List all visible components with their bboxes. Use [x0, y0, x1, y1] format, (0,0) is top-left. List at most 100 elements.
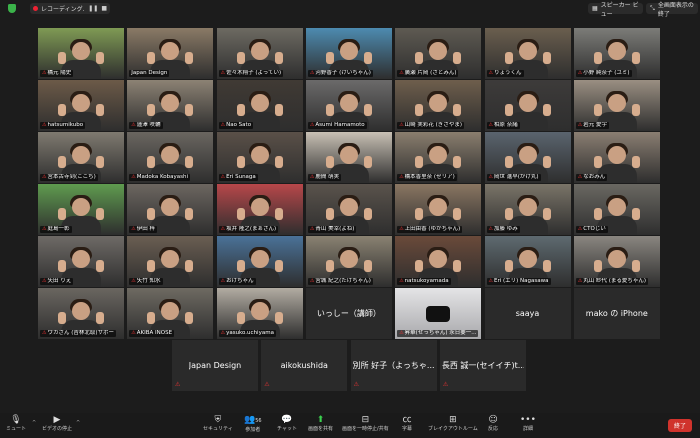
peace-sign-hands: [236, 104, 283, 116]
peace-sign-hands: [325, 208, 372, 220]
peace-sign-hands: [236, 312, 283, 324]
participant-tile[interactable]: ⚠ 蓮澤 咲輔: [127, 80, 214, 131]
participant-name-label: ⚠ 庭島一彰: [40, 226, 72, 233]
participant-tile[interactable]: 長西 誠一(セイイチ)t... ⚠: [439, 340, 526, 391]
participant-name: 昇華(せっちゃん) 永日要一...: [404, 330, 477, 336]
participant-tile[interactable]: ⚠ 岩元 愛宇: [573, 80, 660, 131]
participant-tile[interactable]: ⚠ 相原 奈緒: [484, 80, 571, 131]
captions-button[interactable]: ㏄ 字幕: [402, 415, 412, 437]
participant-tile[interactable]: ⚠ 矢竹 知水: [127, 236, 214, 287]
mute-button[interactable]: 🎙 ミュート: [6, 415, 26, 437]
participant-tile[interactable]: ⚠ Eri (エリ) Nagasawa: [484, 236, 571, 287]
participant-tile[interactable]: ⚠ ウカさん (吉林北取)サポー: [38, 288, 124, 339]
participant-tile[interactable]: ⚠ AKIBA INOSE: [127, 288, 214, 339]
peace-sign-hands: [58, 208, 104, 220]
participant-name-label: ⚠ 矢田 りえ: [40, 278, 74, 285]
stop-video-button[interactable]: ▶ ビデオの停止: [42, 415, 72, 437]
muted-mic-icon: ⚠: [442, 381, 449, 388]
participant-tile[interactable]: ⚠ 河野香子 (けいちゃん): [305, 28, 392, 79]
pause-recording-icon[interactable]: ❚❚: [88, 5, 98, 12]
stop-recording-icon[interactable]: ■: [101, 5, 107, 12]
participant-tile[interactable]: ⚠ 坂井 隆之(まぁさん): [216, 184, 303, 235]
muted-mic-icon: ⚠: [577, 174, 583, 180]
participant-tile[interactable]: mako の iPhone: [573, 288, 660, 339]
participant-tile[interactable]: Japan Design ⚠: [172, 340, 258, 391]
participant-tile[interactable]: ⚠ 橋元 陽史: [38, 28, 124, 79]
muted-mic-icon: ⚠: [577, 70, 583, 76]
participant-tile[interactable]: ⚠ 廣瀬 片岡 (さとみん): [395, 28, 482, 79]
pause-share-button[interactable]: ⊟ 画面を一時停止/共有: [342, 415, 389, 437]
participant-tile[interactable]: ⚠ Eri Sunaga: [216, 132, 303, 183]
participants-label: 参加者: [245, 427, 261, 433]
participant-tile[interactable]: ⚠ 加藤 ゆみ: [484, 184, 571, 235]
participant-name-label: ⚠ 蓮澤 咲輔: [129, 122, 163, 129]
participant-tile[interactable]: ⚠ 昇華(せっちゃん) 永日要一...: [395, 288, 482, 339]
speaker-view-button[interactable]: ▦ スピーカー ビュー: [588, 2, 643, 18]
participant-tile[interactable]: ⚠ 小野 純奈子 (ユミ): [573, 28, 660, 79]
breakout-rooms-button[interactable]: ⊞ ブレイクアウトルーム: [428, 415, 478, 437]
muted-mic-icon: ⚠: [309, 70, 315, 76]
chat-button[interactable]: 💬 チャット: [277, 415, 297, 437]
video-options-caret-icon[interactable]: ^: [76, 420, 80, 426]
participant-name: 河野香子 (けいちゃん): [315, 70, 371, 76]
participant-tile[interactable]: ⚠ 山崎 実彩花 (ぎさやま): [395, 80, 482, 131]
pause-share-icon: ⊟: [361, 415, 370, 425]
participant-tile[interactable]: ⚠ 鹿間 萌実: [305, 132, 392, 183]
share-screen-button[interactable]: ⬆ 画面を共有: [308, 415, 333, 437]
more-button[interactable]: ••• 詳細: [520, 415, 536, 437]
participant-name: Nao Sato: [226, 122, 252, 128]
participant-tile[interactable]: ⚠ 上田由香 (ゆかちゃん): [395, 184, 482, 235]
participant-tile[interactable]: 別所 好子（よっちゃ... ⚠: [350, 340, 437, 391]
participant-tile[interactable]: ⚠ おけちゃん: [216, 236, 303, 287]
participant-tile[interactable]: ⚠ 宮城 紀之(たけちゃん): [305, 236, 392, 287]
participant-tile[interactable]: Japan Design: [127, 28, 214, 79]
security-button[interactable]: ⛨ セキュリティ: [203, 415, 233, 437]
participant-tile[interactable]: aikokushida ⚠: [261, 340, 348, 391]
participant-name-label: ⚠ 相原 奈緒: [486, 122, 520, 129]
participant-tile[interactable]: ⚠ 岡世 進早(かげ丸): [484, 132, 571, 183]
participant-tile[interactable]: ⚠ 青山 美幸(よね): [305, 184, 392, 235]
participant-name-label: ⚠ 岡世 進早(かげ丸): [486, 174, 541, 181]
participant-name: 別所 好子（よっちゃ...: [352, 361, 435, 370]
participant-tile[interactable]: ⚠ 庭島一彰: [38, 184, 124, 235]
participant-name-label: ⚠ 昇華(せっちゃん) 永日要一...: [397, 330, 479, 337]
participant-tile[interactable]: ⚠ Madoka Kobayashi: [127, 132, 214, 183]
participant-tile[interactable]: ⚠ 佐々木翔子 (よってい): [216, 28, 303, 79]
participant-name-label: ⚠ yasuko.uchiyama: [218, 330, 276, 337]
speaker-view-label: スピーカー ビュー: [600, 1, 639, 18]
participant-tile[interactable]: ⚠ Asumi Hamamoto: [305, 80, 392, 131]
participant-tile[interactable]: ⚠ 伊田 梓: [127, 184, 214, 235]
participant-tile[interactable]: ⚠ hatsumikubo: [38, 80, 124, 131]
muted-mic-icon: ⚠: [577, 226, 583, 232]
participant-tile[interactable]: ⚠ 宮本古寺到(ここち): [38, 132, 124, 183]
exit-fullscreen-button[interactable]: ⤡ 全画面表示の終了: [646, 2, 698, 18]
participant-tile[interactable]: ⚠ natsukoyamada: [395, 236, 482, 287]
muted-mic-icon: ⚠: [42, 278, 47, 284]
participant-name-label: ⚠ Asumi Hamamoto: [307, 122, 367, 129]
peace-sign-hands: [325, 104, 372, 116]
mute-options-caret-icon[interactable]: ^: [32, 420, 36, 426]
participant-tile[interactable]: ⚠ CTOじい: [573, 184, 660, 235]
participant-tile[interactable]: ⚠ 丸山 紗代 (まる愛ちゃん): [573, 236, 660, 287]
fullscreen-icon: ⤡: [650, 4, 655, 12]
end-meeting-button[interactable]: 終了: [668, 419, 692, 432]
participant-name-label: ⚠ 伊田 梓: [129, 226, 158, 233]
participant-tile[interactable]: ⚠ yasuko.uchiyama: [216, 288, 303, 339]
participant-tile[interactable]: ⚠ なおみん: [573, 132, 660, 183]
reactions-button[interactable]: ☺ 反応: [488, 415, 498, 437]
participant-tile[interactable]: saaya: [484, 288, 571, 339]
participant-tile[interactable]: ⚠ 矢田 りえ: [38, 236, 124, 287]
participant-tile[interactable]: ⚠ りょうくん: [484, 28, 571, 79]
participant-tile[interactable]: いっしー（講師）: [305, 288, 392, 339]
participant-tile[interactable]: ⚠ 橋本香里奈 (ゼリア): [395, 132, 482, 183]
muted-mic-icon: ⚠: [488, 278, 493, 284]
peace-sign-hands: [236, 260, 283, 272]
muted-mic-icon: ⚠: [220, 330, 226, 336]
muted-mic-icon: ⚠: [577, 122, 583, 128]
participant-name-label: ⚠ 矢竹 知水: [129, 278, 163, 285]
security-shield-icon[interactable]: [8, 4, 16, 13]
participant-name: Madoka Kobayashi: [136, 174, 189, 180]
participant-tile[interactable]: ⚠ Nao Sato: [216, 80, 303, 131]
participants-button[interactable]: 👥56 参加者: [244, 415, 262, 437]
peace-sign-hands: [504, 208, 551, 220]
